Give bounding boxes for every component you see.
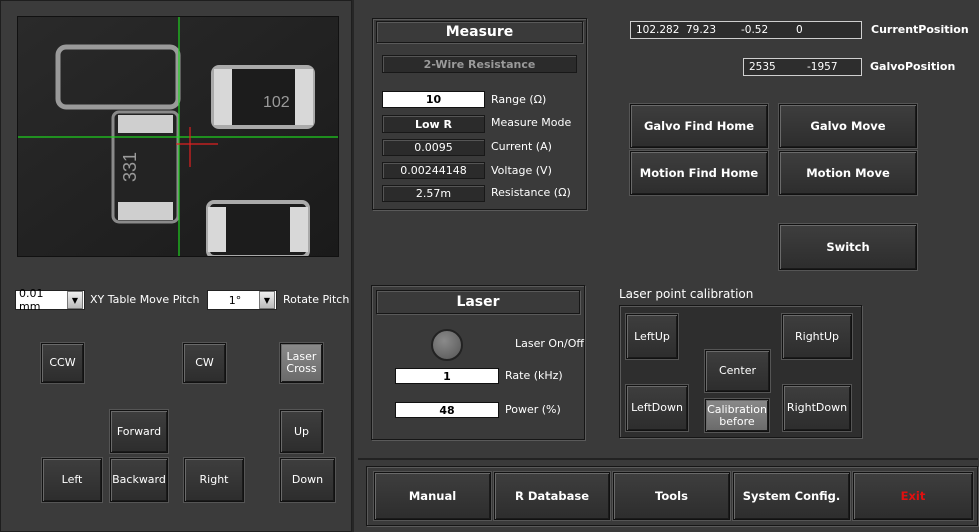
down-button[interactable]: Down [280,458,335,502]
voltage-value: 0.00244148 [382,162,485,179]
current-pos-y: 79.23 [686,24,717,36]
motion-move-button[interactable]: Motion Move [779,151,917,195]
laser-title: Laser [376,290,580,314]
nav-system-config-button[interactable]: System Config. [733,472,850,520]
forward-button[interactable]: Forward [110,410,168,453]
calibration-before-button[interactable]: Calibration before [705,399,769,432]
cw-button[interactable]: CW [183,343,226,383]
rotate-pitch-value: 1° [228,293,242,307]
measure-title: Measure [376,21,583,43]
up-button[interactable]: Up [280,410,323,453]
rotate-pitch-label: Rotate Pitch [283,293,350,306]
voltage-label: Voltage (V) [491,164,552,177]
xy-pitch-value: 0.01 mm [19,287,44,313]
galvo-position-readout: 2535 -1957 [743,58,862,76]
laser-rate-label: Rate (kHz) [505,369,563,382]
rotate-pitch-select[interactable]: 1° ▼ [207,290,277,310]
chip-label-102: 102 [263,94,290,111]
backward-button[interactable]: Backward [110,458,168,502]
camera-image: 102 331 [18,17,338,256]
xy-pitch-select[interactable]: 0.01 mm ▼ [15,287,85,313]
camera-view[interactable]: 102 331 [17,16,339,257]
current-label: Current (A) [491,140,552,153]
bottom-divider [358,458,978,460]
measure-mode-label: Measure Mode [491,116,572,129]
chip-label-331: 331 [120,152,140,182]
current-value: 0.0095 [382,139,485,156]
calib-right-down-button[interactable]: RightDown [783,385,851,431]
calibration-title: Laser point calibration [619,287,754,301]
calib-left-down-button[interactable]: LeftDown [626,385,688,431]
right-button[interactable]: Right [184,458,244,502]
galvo-move-button[interactable]: Galvo Move [779,104,917,148]
calib-center-button[interactable]: Center [705,350,770,392]
nav-r-database-button[interactable]: R Database [494,472,610,520]
laser-power-label: Power (%) [505,403,561,416]
current-pos-x: 102.282 [636,24,680,36]
current-pos-r: 0 [796,24,803,36]
laser-cross-button[interactable]: Laser Cross [280,343,323,383]
galvo-find-home-button[interactable]: Galvo Find Home [630,104,768,148]
measure-mode-select[interactable]: Low R [382,115,485,133]
range-input[interactable]: 10 [382,91,485,108]
nav-manual-button[interactable]: Manual [374,472,491,520]
laser-on-off-label: Laser On/Off [515,337,584,350]
resistance-label: Resistance (Ω) [491,186,571,199]
nav-tools-button[interactable]: Tools [613,472,730,520]
motion-find-home-button[interactable]: Motion Find Home [630,151,768,195]
calib-left-up-button[interactable]: LeftUp [626,314,678,359]
ccw-button[interactable]: CCW [41,343,84,383]
galvo-pos-x: 2535 [749,61,776,73]
galvo-pos-y: -1957 [807,61,838,73]
current-position-readout: 102.282 79.23 -0.52 0 [630,21,862,39]
calib-right-up-button[interactable]: RightUp [782,314,852,359]
measure-group [372,18,587,210]
range-label: Range (Ω) [491,93,547,106]
resistance-value: 2.57m [382,185,485,202]
xy-pitch-label: XY Table Move Pitch [90,293,200,306]
laser-on-off-toggle[interactable] [431,329,463,361]
laser-rate-input[interactable]: 1 [395,368,499,384]
laser-power-input[interactable]: 48 [395,402,499,418]
measure-mode-banner: 2-Wire Resistance [382,55,577,73]
current-position-label: CurrentPosition [871,23,969,36]
switch-button[interactable]: Switch [779,224,917,270]
current-pos-z: -0.52 [741,24,769,36]
chevron-down-icon[interactable]: ▼ [259,291,275,309]
chevron-down-icon[interactable]: ▼ [67,291,83,309]
galvo-position-label: GalvoPosition [870,60,956,73]
nav-exit-button[interactable]: Exit [853,472,973,520]
left-button[interactable]: Left [42,458,102,502]
